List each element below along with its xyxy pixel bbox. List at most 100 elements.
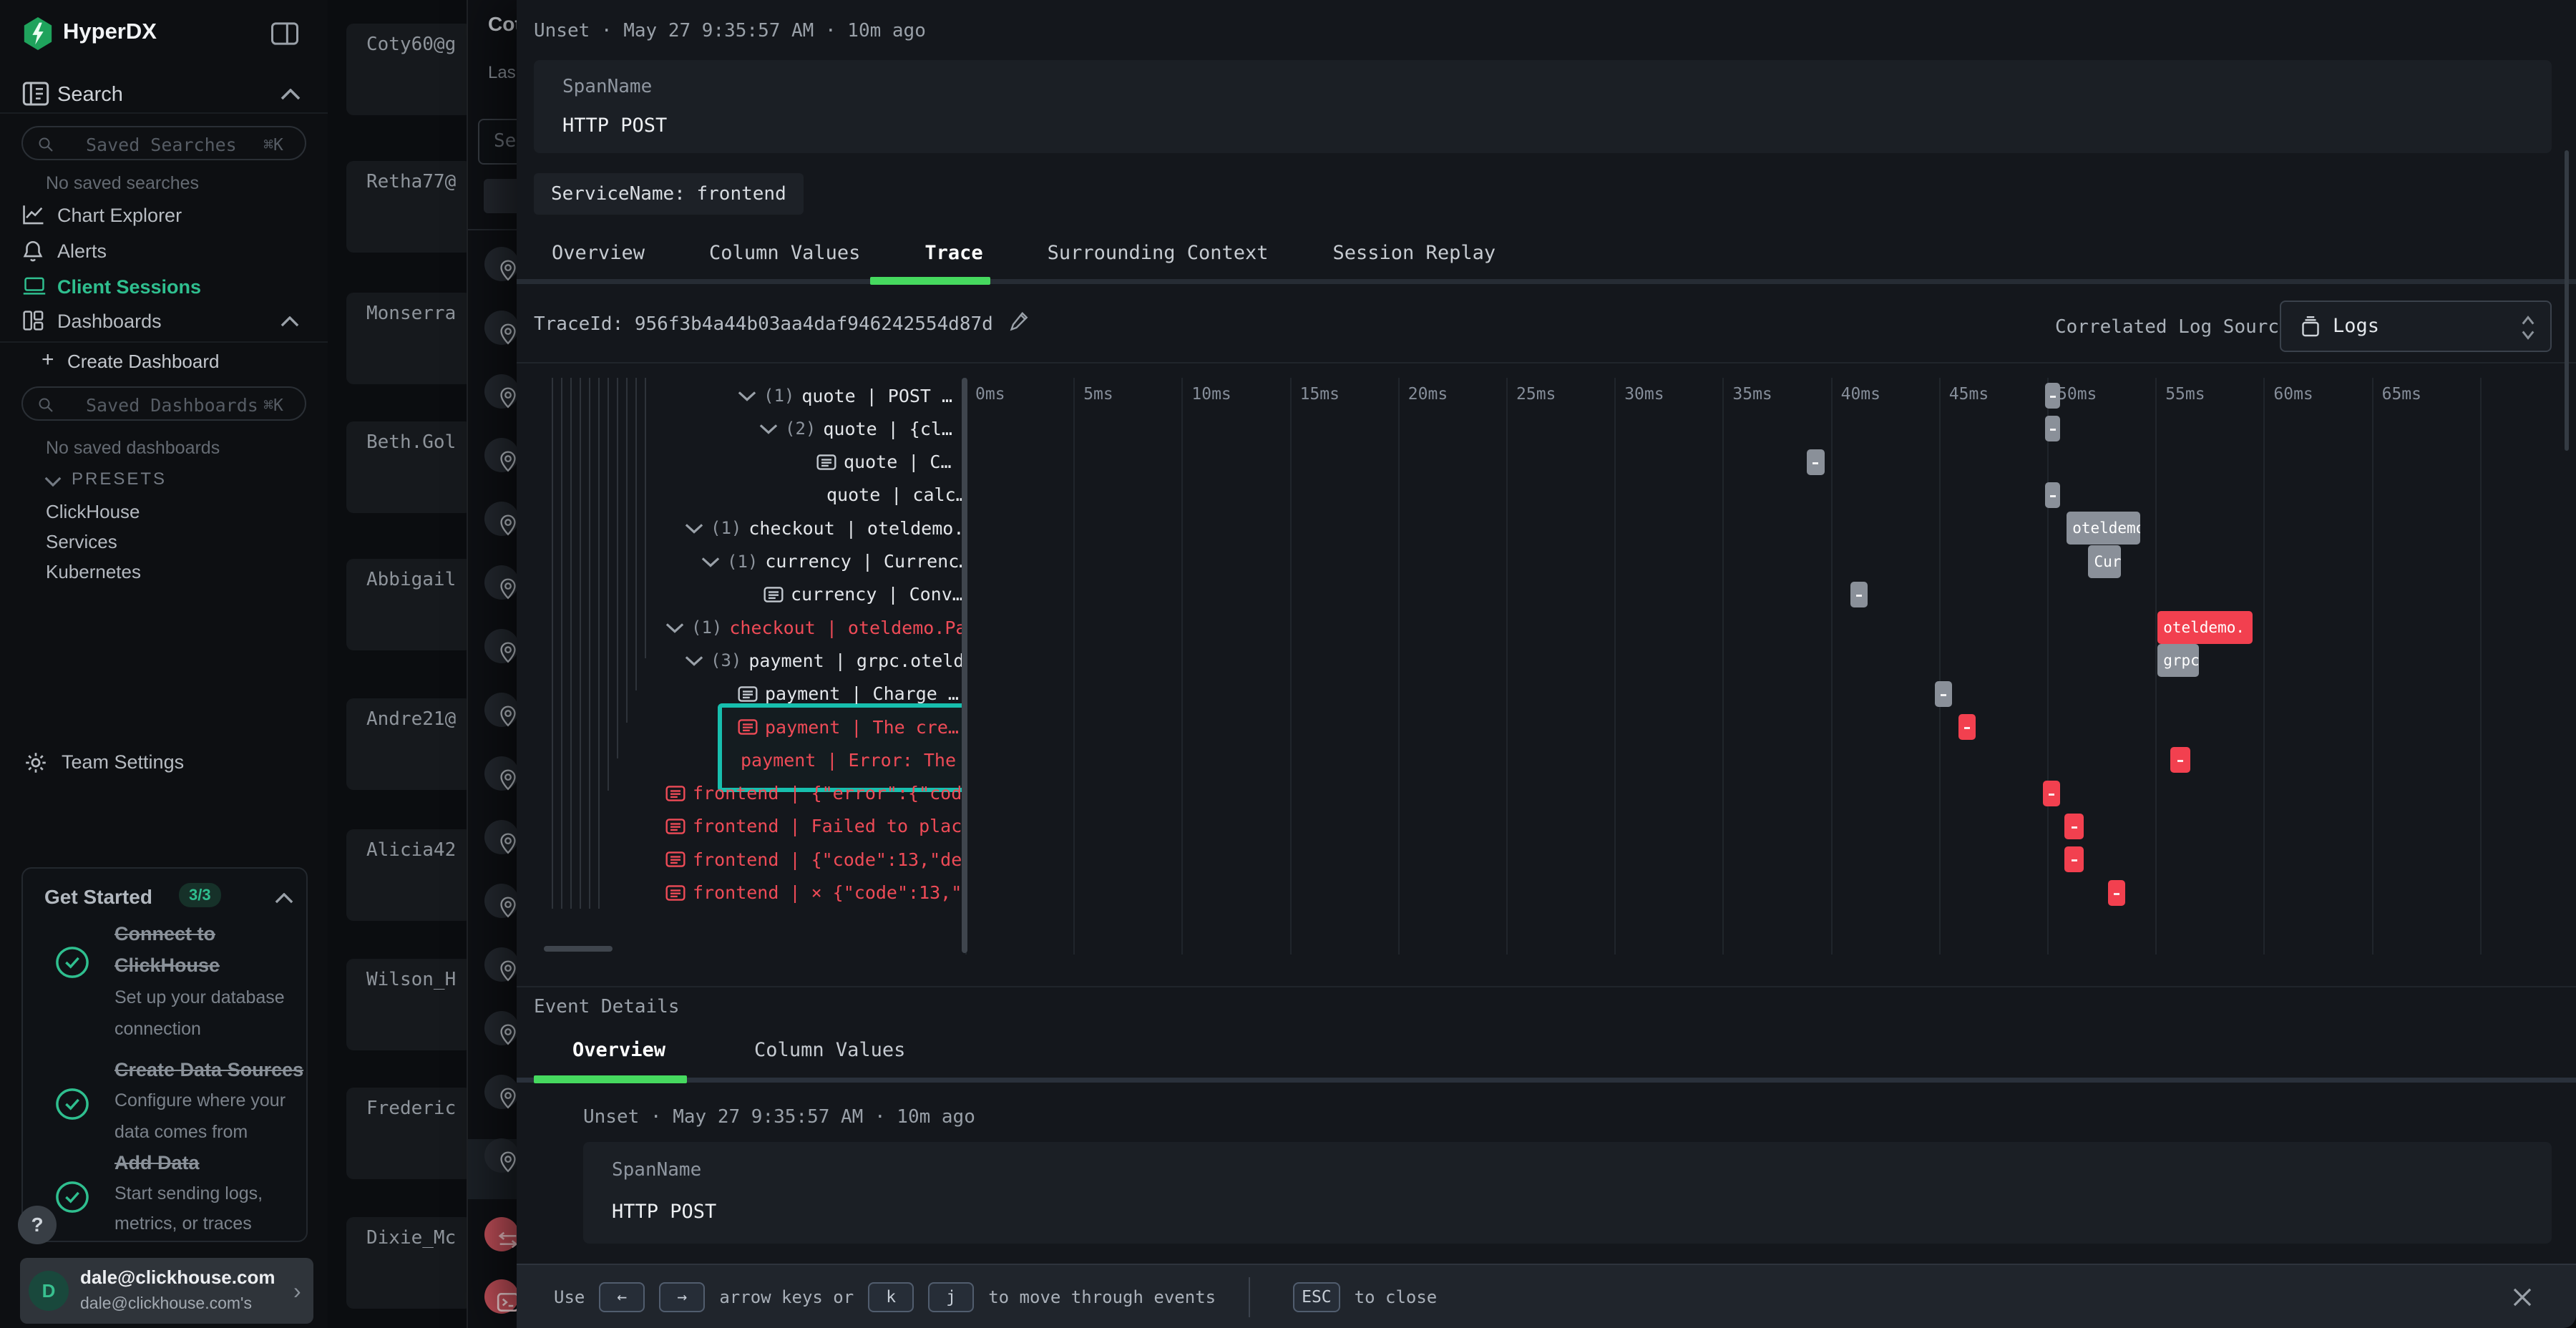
- panel-scrollbar[interactable]: [2565, 150, 2569, 451]
- collapse-sidebar-icon[interactable]: [270, 21, 299, 46]
- location-pin-icon[interactable]: [484, 947, 517, 982]
- event-details-tab-column-values[interactable]: Column Values: [754, 1039, 905, 1061]
- trace-tree-row[interactable]: payment | Charge …: [738, 678, 967, 711]
- trace-span-bar[interactable]: [1958, 714, 1976, 740]
- events-filter-button[interactable]: Li: [484, 179, 517, 213]
- session-list-item[interactable]: Wilson_H: [346, 959, 468, 1050]
- chevron-up-icon[interactable]: [275, 893, 293, 904]
- trace-tree-row[interactable]: (3)payment | grpc.oteld…: [685, 644, 967, 677]
- trace-tree-row[interactable]: (1)checkout | oteldemo.Pa…: [665, 611, 967, 644]
- trace-tree-row[interactable]: currency | Conv…: [763, 578, 967, 611]
- chevron-down-icon[interactable]: [665, 622, 684, 633]
- session-list-item[interactable]: Retha77@: [346, 161, 468, 253]
- tab-session-replay[interactable]: Session Replay: [1333, 242, 1496, 264]
- trace-tree-row[interactable]: (2)quote | {cl…: [759, 412, 967, 445]
- tab-overview[interactable]: Overview: [552, 242, 645, 264]
- terminal-icon[interactable]: [484, 1279, 517, 1314]
- location-pin-icon[interactable]: [484, 629, 517, 663]
- trace-span-bar[interactable]: grpc: [2157, 644, 2198, 677]
- location-pin-icon[interactable]: [484, 820, 517, 854]
- tab-surrounding-context[interactable]: Surrounding Context: [1048, 242, 1269, 264]
- trace-tree-row[interactable]: (1)currency | Currenc…: [701, 545, 967, 578]
- tab-column-values[interactable]: Column Values: [709, 242, 860, 264]
- trace-span-bar[interactable]: [1850, 582, 1868, 607]
- location-pin-icon[interactable]: [484, 1011, 517, 1045]
- location-pin-icon[interactable]: [484, 374, 517, 409]
- swap-arrows-icon[interactable]: [484, 1217, 517, 1251]
- session-list-item[interactable]: Coty60@g: [346, 24, 468, 115]
- session-list-item[interactable]: Abbigail: [346, 559, 468, 650]
- log-source-select[interactable]: Logs: [2280, 301, 2552, 352]
- chevron-down-icon[interactable]: [701, 556, 720, 567]
- saved-searches-input[interactable]: Saved Searches ⌘K: [21, 126, 306, 160]
- session-list-item[interactable]: Frederic: [346, 1088, 468, 1179]
- help-button[interactable]: ?: [18, 1206, 57, 1244]
- sidebar-item-team-settings[interactable]: Team Settings: [62, 751, 184, 773]
- waterfall-vertical-scrollbar[interactable]: [962, 378, 967, 953]
- location-pin-icon[interactable]: [484, 884, 517, 918]
- chevron-down-icon[interactable]: [759, 423, 778, 434]
- sidebar-item-chart-explorer[interactable]: Chart Explorer: [57, 205, 182, 227]
- session-list-item[interactable]: Andre21@: [346, 698, 468, 790]
- trace-tree-row[interactable]: payment | The cre…: [738, 711, 967, 743]
- location-pin-icon[interactable]: [484, 1075, 517, 1109]
- edit-pencil-icon[interactable]: [1009, 309, 1030, 333]
- session-list-item[interactable]: Monserra: [346, 293, 468, 384]
- location-pin-icon[interactable]: [484, 565, 517, 600]
- preset-item-clickhouse[interactable]: ClickHouse: [46, 501, 140, 523]
- chevron-down-icon[interactable]: [685, 655, 703, 666]
- chevron-down-icon[interactable]: [738, 390, 756, 401]
- trace-span-bar[interactable]: [2045, 383, 2060, 409]
- tab-trace[interactable]: Trace: [924, 242, 982, 264]
- trace-tree-row[interactable]: frontend | {"error":{"code…: [665, 777, 967, 810]
- trace-tree-row[interactable]: (1)quote | POST …: [738, 379, 967, 412]
- trace-span-bar[interactable]: [2045, 482, 2060, 508]
- trace-span-bar[interactable]: [2043, 781, 2060, 806]
- chevron-down-icon[interactable]: [44, 477, 62, 487]
- location-pin-icon[interactable]: [484, 247, 517, 281]
- event-details-tab-overview[interactable]: Overview: [572, 1039, 665, 1061]
- trace-span-bar[interactable]: [1807, 449, 1824, 475]
- trace-tree-row[interactable]: frontend | {"code":13,"det…: [665, 843, 967, 876]
- location-pin-icon[interactable]: [484, 311, 517, 345]
- location-pin-icon[interactable]: [484, 438, 517, 472]
- trace-tree-row[interactable]: quote | C…: [816, 446, 967, 479]
- chevron-down-icon[interactable]: [685, 522, 703, 534]
- get-started-item-title[interactable]: ClickHouse: [114, 954, 220, 977]
- trace-span-bar[interactable]: [2170, 747, 2190, 773]
- trace-tree-row[interactable]: (1)checkout | oteldemo.…: [685, 512, 967, 545]
- chevron-up-icon[interactable]: [280, 316, 299, 327]
- location-pin-icon[interactable]: [484, 502, 517, 536]
- get-started-item-title[interactable]: Connect to: [114, 923, 215, 945]
- trace-span-bar[interactable]: [2045, 416, 2060, 441]
- get-started-item-title[interactable]: Create Data Sources: [114, 1059, 303, 1081]
- session-list-item[interactable]: Beth.Gol: [346, 421, 468, 513]
- location-pin-icon[interactable]: [484, 693, 517, 727]
- user-menu[interactable]: D dale@clickhouse.com dale@clickhouse.co…: [20, 1258, 313, 1324]
- sidebar-item-client-sessions[interactable]: Client Sessions: [57, 276, 201, 298]
- trace-span-bar[interactable]: [2064, 814, 2084, 839]
- preset-item-services[interactable]: Services: [46, 531, 117, 553]
- trace-span-bar[interactable]: [1935, 681, 1952, 707]
- sidebar-item-alerts[interactable]: Alerts: [57, 240, 107, 263]
- get-started-item-title[interactable]: Add Data: [114, 1152, 200, 1174]
- location-pin-icon[interactable]: [484, 756, 517, 791]
- saved-dashboards-input[interactable]: Saved Dashboards ⌘K: [21, 386, 306, 421]
- trace-tree-row[interactable]: payment | Error: The …: [741, 743, 967, 776]
- trace-tree-row[interactable]: quote | calc…: [826, 479, 967, 512]
- sidebar-item-search[interactable]: Search: [57, 83, 123, 107]
- chevron-up-icon[interactable]: [280, 89, 301, 100]
- trace-tree-row[interactable]: frontend | × {"code":13,"d…: [665, 877, 967, 909]
- trace-tree-row[interactable]: frontend | Failed to place…: [665, 810, 967, 843]
- service-name-chip[interactable]: ServiceName: frontend: [534, 173, 804, 215]
- events-search-input[interactable]: Sea: [478, 119, 517, 165]
- session-list-item[interactable]: Alicia42: [346, 829, 468, 921]
- trace-span-bar[interactable]: oteldemo.: [2067, 512, 2140, 545]
- trace-span-bar[interactable]: [2108, 880, 2125, 906]
- location-pin-icon[interactable]: [484, 1138, 517, 1173]
- trace-span-bar[interactable]: oteldemo.: [2157, 611, 2253, 644]
- session-list-item[interactable]: Dixie_Mc: [346, 1217, 468, 1309]
- waterfall-horizontal-scrollbar[interactable]: [544, 946, 613, 952]
- preset-item-kubernetes[interactable]: Kubernetes: [46, 561, 141, 583]
- close-icon[interactable]: [2509, 1284, 2536, 1311]
